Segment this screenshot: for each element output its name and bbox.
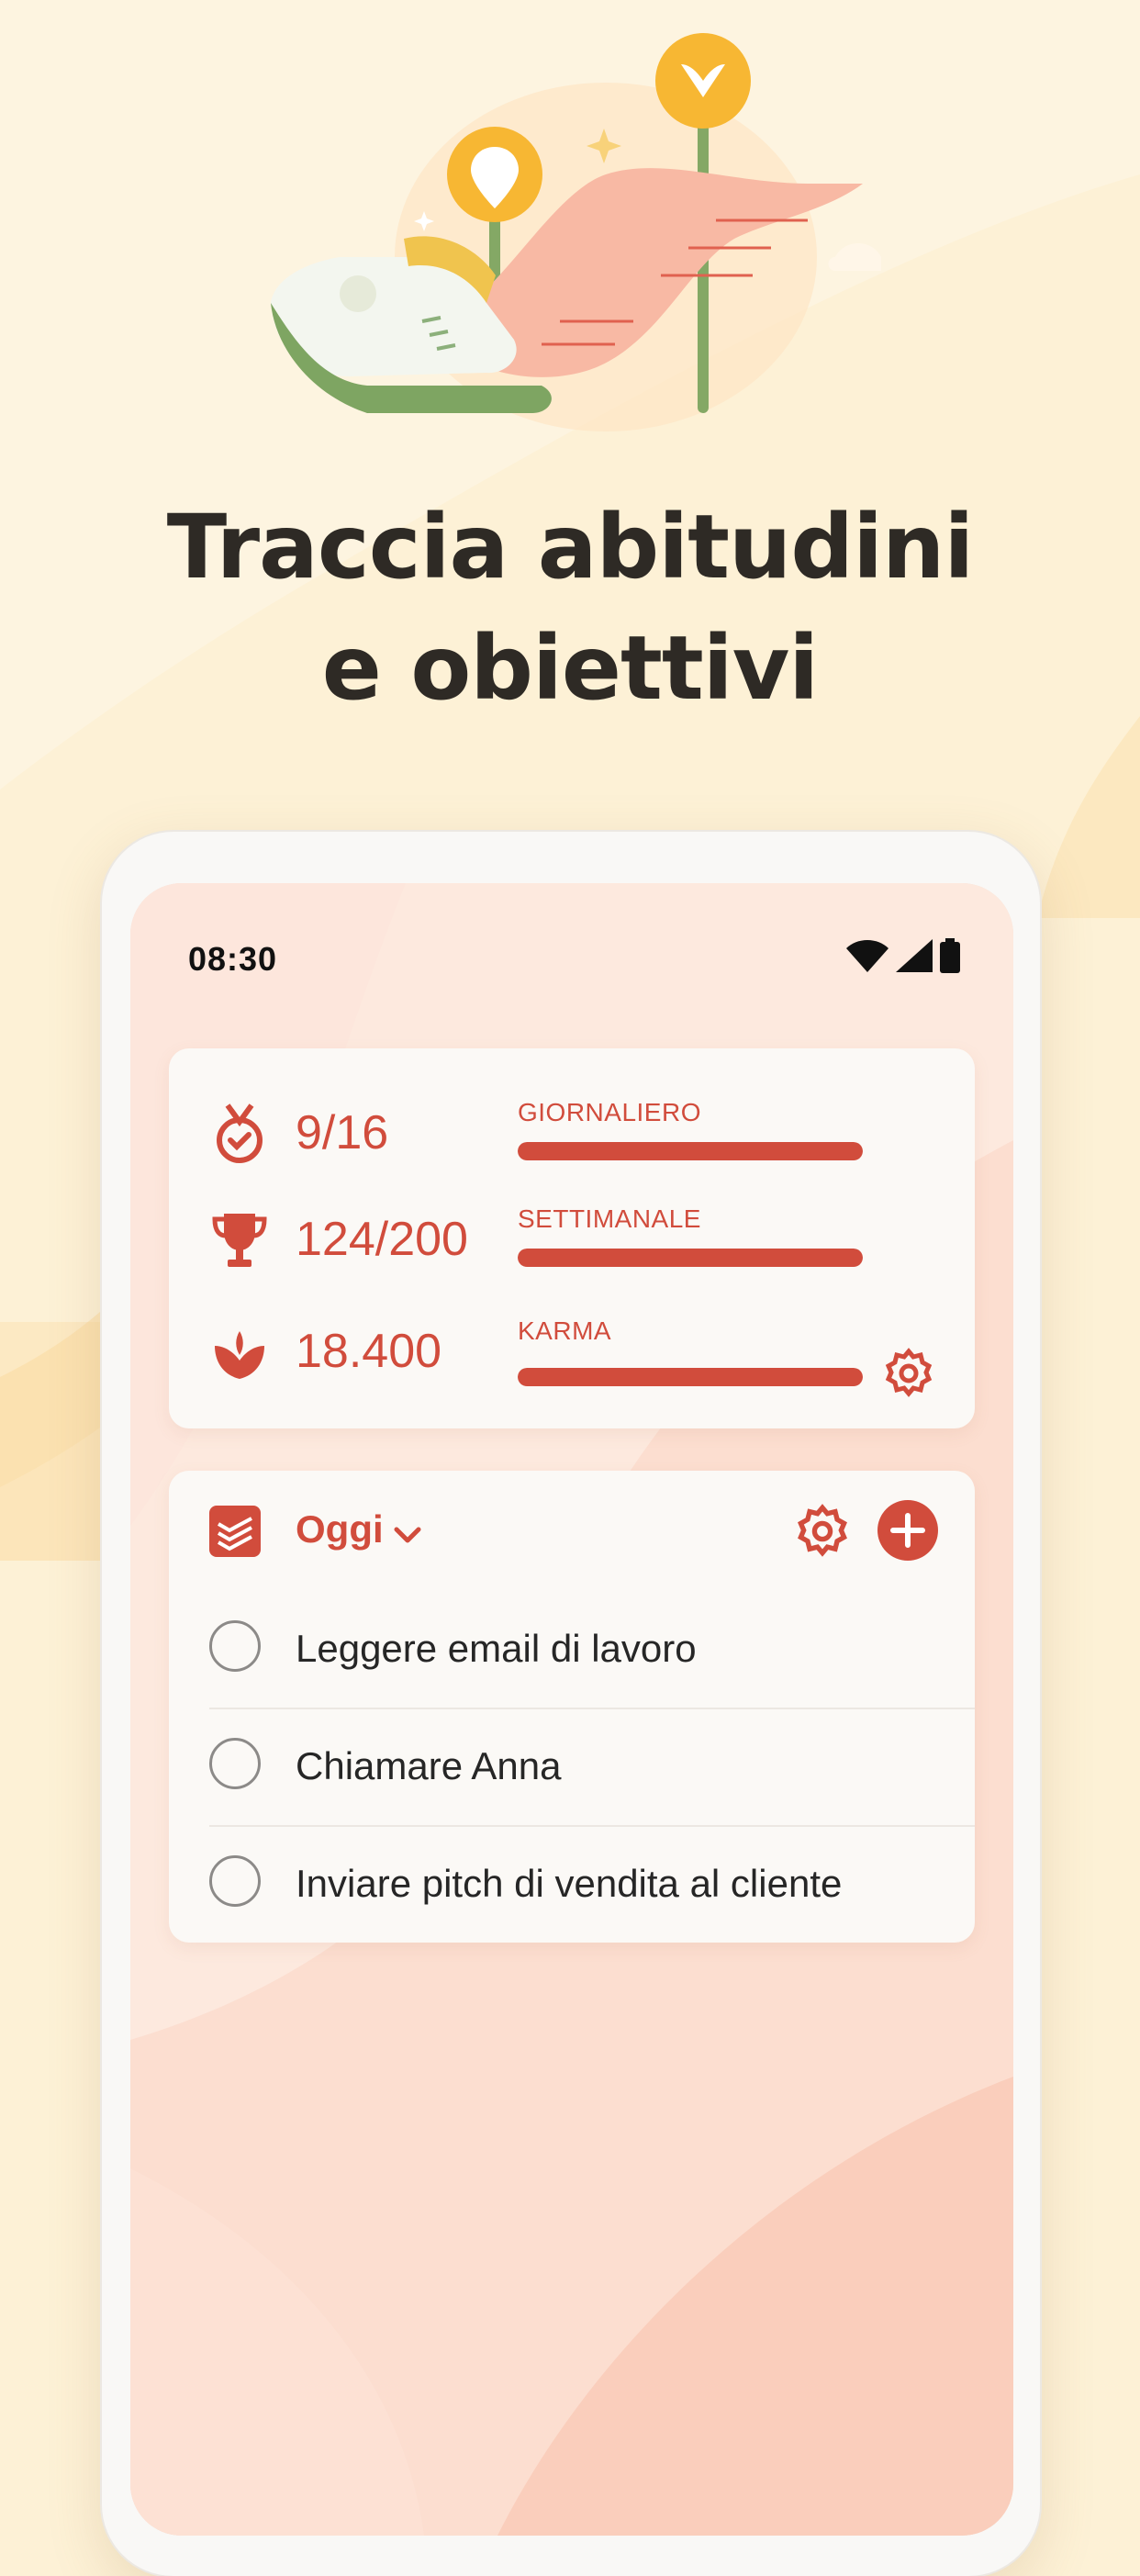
progress-bar [518,1368,863,1386]
stat-row-weekly: 124/200 SETTIMANALE [169,1199,975,1282]
tasks-header: Oggi [169,1471,975,1590]
stat-label: GIORNALIERO [518,1098,701,1126]
task-checkbox[interactable] [209,1738,261,1789]
progress-bar [518,1249,863,1267]
battery-icon [940,938,960,973]
task-text: Leggere email di lavoro [296,1627,697,1670]
stat-row-daily: 9/16 GIORNALIERO [169,1092,975,1175]
task-item[interactable]: Inviare pitch di vendita al cliente [209,1825,975,1943]
filter-selector[interactable]: Oggi [296,1507,384,1551]
headline-line-1: Traccia abitudini [166,496,975,599]
stat-label: SETTIMANALE [518,1204,701,1233]
medal-check-icon [217,1103,263,1163]
task-checkbox[interactable] [209,1855,261,1907]
todoist-logo-icon[interactable] [209,1506,261,1557]
productivity-stats-card[interactable]: 9/16 GIORNALIERO 124/200 SETTIMANALE 18.… [169,1048,975,1428]
task-text: Inviare pitch di vendita al cliente [296,1862,843,1905]
progress-bar-fill [518,1142,863,1160]
tasks-widget: Oggi Leggere email di lavoro Chiamare An… [169,1471,975,1943]
gear-icon[interactable] [883,1348,934,1399]
stat-value: 124/200 [296,1213,468,1266]
stat-value: 9/16 [296,1106,389,1159]
add-task-button[interactable] [877,1500,938,1561]
progress-bar-fill [518,1249,863,1267]
stat-label: KARMA [518,1316,612,1345]
trophy-icon [212,1214,267,1267]
stat-value: 18.400 [296,1325,442,1378]
task-item[interactable]: Leggere email di lavoro [209,1590,975,1709]
headline-line-2: e obiettivi [321,617,819,720]
wifi-icon [846,940,889,972]
chevron-down-icon[interactable] [391,1518,424,1551]
status-icons [846,938,960,973]
phone-screen: 08:30 9/16 GIORNALIERO 124/200 SETTIMANA… [130,883,1013,2536]
task-item[interactable]: Chiamare Anna [209,1708,975,1827]
signal-icon [896,939,933,972]
gear-icon[interactable] [795,1504,850,1559]
task-text: Chiamare Anna [296,1744,562,1787]
karma-lotus-icon [215,1331,264,1379]
progress-bar [518,1142,863,1160]
hero-illustration [271,33,881,431]
progress-bar-fill [518,1368,863,1386]
headline: Traccia abitudini e obiettivi [0,487,1140,729]
stat-row-karma: 18.400 KARMA [169,1311,975,1397]
task-checkbox[interactable] [209,1620,261,1672]
status-time: 08:30 [188,940,278,978]
